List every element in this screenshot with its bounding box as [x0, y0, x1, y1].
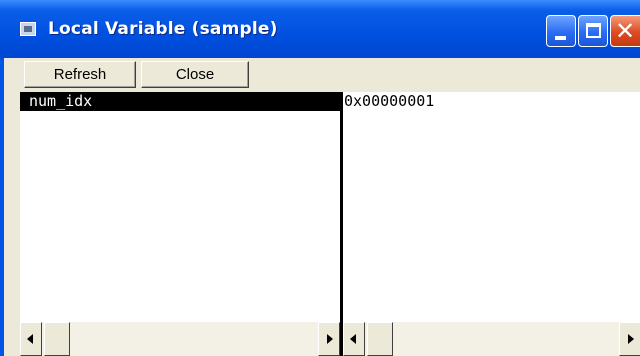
variable-name: num_idx — [29, 92, 93, 110]
refresh-button[interactable]: Refresh — [24, 61, 136, 88]
name-pane-horizontal-scrollbar[interactable] — [20, 322, 340, 356]
variable-value-pane[interactable]: 0x00000001 — [343, 92, 640, 356]
variable-row-selected[interactable]: num_idx — [20, 92, 340, 111]
close-button[interactable]: Close — [141, 61, 249, 88]
minimize-button[interactable] — [546, 15, 576, 47]
scroll-left-arrow-icon[interactable] — [343, 322, 365, 356]
minimize-icon — [555, 36, 566, 40]
scrollbar-track[interactable] — [365, 322, 640, 356]
local-variable-window: Local Variable (sample) ✕ Refresh Close … — [0, 0, 640, 356]
close-icon: ✕ — [615, 17, 636, 45]
maximize-button[interactable] — [578, 15, 608, 47]
window-app-icon[interactable] — [20, 22, 36, 36]
variable-name-pane[interactable]: num_idx — [20, 92, 340, 356]
value-pane-horizontal-scrollbar[interactable] — [343, 322, 640, 356]
window-title: Local Variable (sample) — [48, 19, 278, 39]
maximize-icon — [586, 23, 601, 38]
scroll-right-arrow-icon[interactable] — [619, 322, 640, 356]
variable-value: 0x00000001 — [344, 92, 435, 110]
scrollbar-thumb[interactable] — [367, 322, 393, 356]
scrollbar-thumb[interactable] — [44, 322, 70, 356]
scroll-right-arrow-icon[interactable] — [318, 322, 340, 356]
close-window-button[interactable]: ✕ — [610, 15, 640, 47]
scrollbar-track[interactable] — [42, 322, 318, 356]
scroll-left-arrow-icon[interactable] — [20, 322, 42, 356]
title-bar[interactable]: Local Variable (sample) ✕ — [0, 0, 640, 58]
